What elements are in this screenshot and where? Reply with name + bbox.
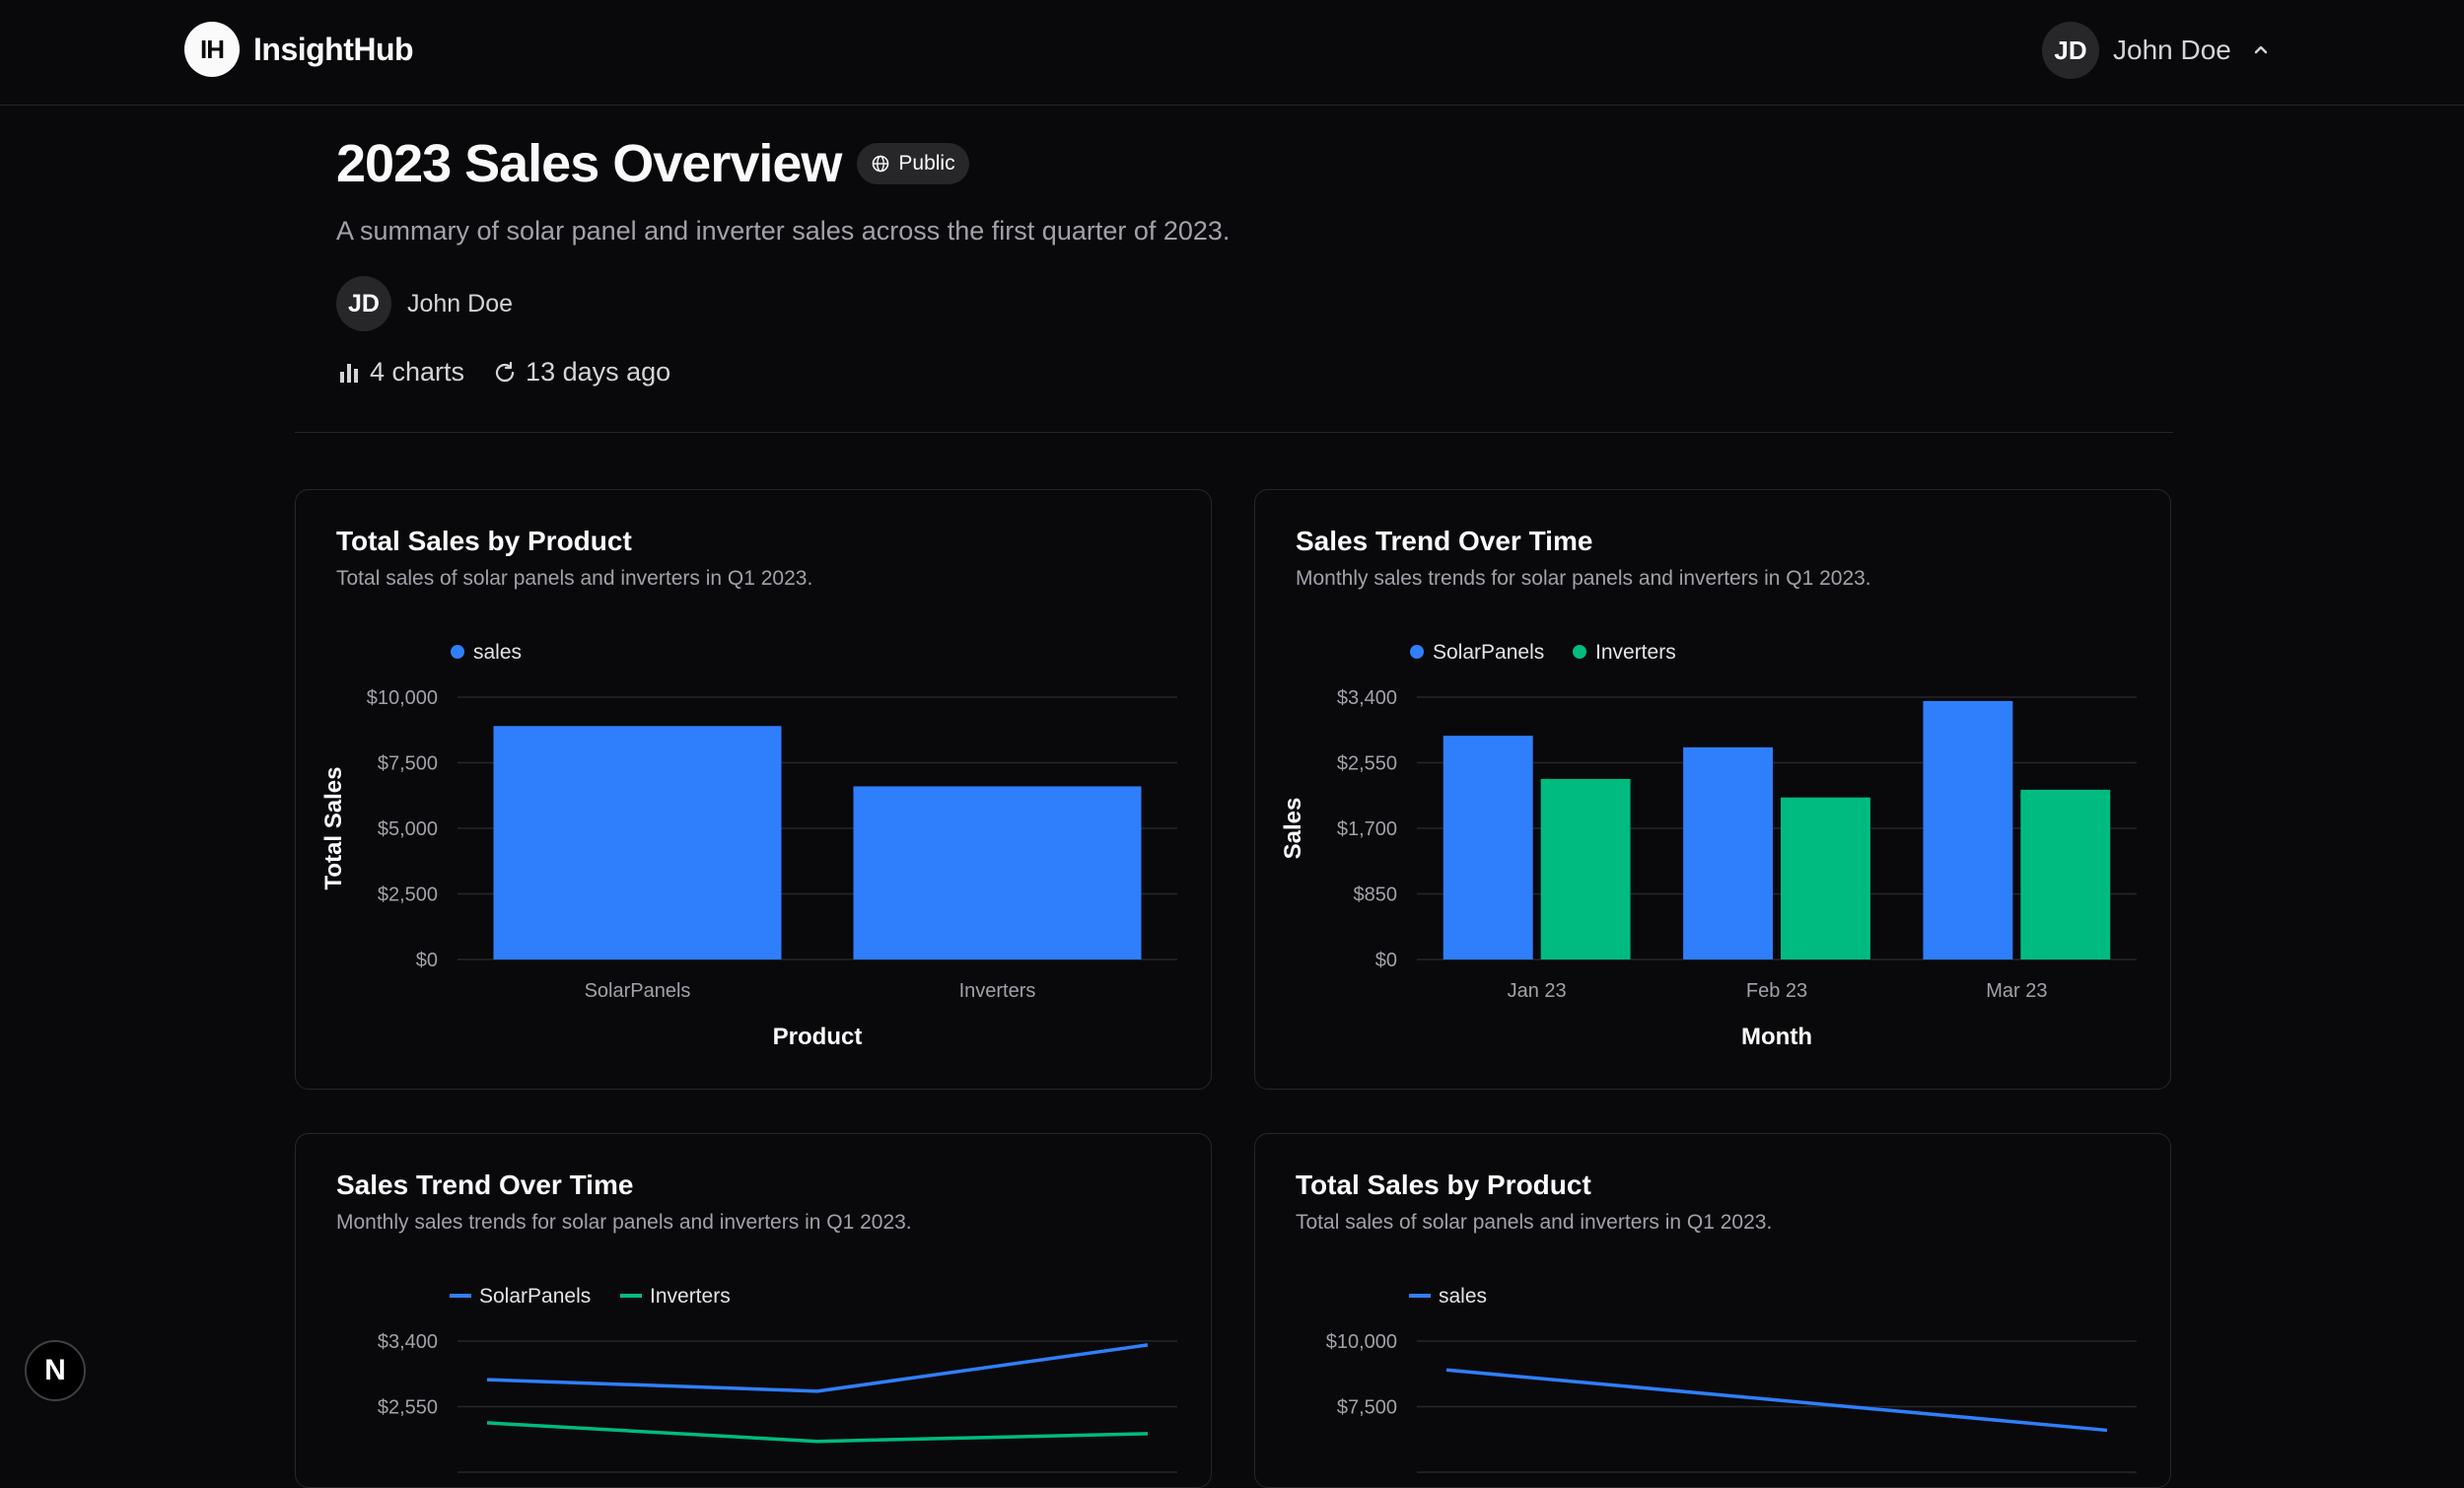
logo-mark: IH (184, 22, 240, 77)
y-tick-label: $2,500 (378, 885, 438, 906)
chevron-up-icon (2254, 45, 2268, 54)
dashboard-meta: 4 charts 13 days ago (336, 357, 2170, 388)
series-line (486, 1343, 1149, 1393)
y-tick-label: $10,000 (1326, 1331, 1397, 1353)
chart-card-4: Total Sales by Product Total sales of so… (1254, 1133, 2171, 1488)
author-avatar: JD (336, 276, 391, 331)
bar (1923, 700, 2013, 959)
chart-count: 4 charts (336, 357, 464, 388)
bar (2020, 789, 2111, 959)
y-tick-label: $2,550 (1337, 753, 1397, 775)
total-sales-line-chart: sales $7,500 $10,000 (1326, 1285, 2137, 1473)
visibility-badge: Public (857, 143, 969, 184)
x-axis-title: Product (773, 1024, 863, 1050)
x-tick-label: SolarPanels (585, 980, 691, 1002)
bar (1443, 736, 1533, 959)
y-tick-label: $7,500 (1337, 1397, 1397, 1419)
bar (853, 786, 1142, 959)
updated-time: 13 days ago (492, 357, 670, 388)
y-tick-label: $3,400 (1337, 687, 1397, 709)
x-tick-label: Jan 23 (1508, 980, 1567, 1002)
author-name: John Doe (407, 289, 514, 318)
y-tick-label: $2,550 (378, 1397, 438, 1419)
bar (1781, 797, 1870, 959)
sales-trend-line-chart: SolarPanels Inverters $2,550 $3,400 (378, 1285, 1177, 1473)
legend-label: sales (1439, 1285, 1487, 1308)
page-subtitle: A summary of solar panel and inverter sa… (336, 216, 1231, 246)
y-tick-label: $1,700 (1337, 818, 1397, 840)
y-tick-label: $7,500 (378, 753, 438, 775)
legend-label: sales (473, 641, 522, 664)
visibility-label: Public (898, 152, 955, 175)
chart-card-1: Total Sales by Product Total sales of so… (295, 489, 1212, 1090)
sales-trend-bar-chart: SolarPanels Inverters $0 $850 $1,700 $2,550 $3… (1280, 641, 2137, 1050)
app-name: InsightHub (253, 31, 414, 67)
bar (1683, 746, 1773, 959)
app-logo[interactable]: IH InsightHub (184, 22, 414, 77)
x-tick-label: Inverters (959, 980, 1036, 1002)
y-tick-label: $5,000 (378, 818, 438, 840)
y-tick-label: $10,000 (367, 687, 438, 709)
chart-card-3: Sales Trend Over Time Monthly sales tren… (295, 1133, 1212, 1488)
avatar: JD (2042, 22, 2099, 79)
bar (1540, 778, 1631, 959)
divider (295, 432, 2173, 433)
dashboard-header: 2023 Sales Overview Public A summary of … (336, 133, 2170, 388)
updated-label: 13 days ago (526, 357, 671, 387)
bar (493, 726, 782, 959)
chart-card-2: Sales Trend Over Time Monthly sales tren… (1254, 489, 2171, 1090)
y-tick-label: $0 (416, 950, 438, 971)
y-tick-label: $850 (1354, 885, 1398, 906)
user-name: John Doe (2113, 35, 2231, 65)
legend-swatch (1573, 645, 1586, 659)
bar-chart-icon (340, 363, 358, 383)
legend-swatch (1410, 645, 1424, 659)
series-line (486, 1421, 1149, 1444)
legend-swatch (451, 645, 464, 659)
author[interactable]: JD John Doe (336, 276, 2170, 331)
series-line (1445, 1368, 2108, 1433)
y-axis-title: Sales (1280, 798, 1306, 860)
user-menu-button[interactable]: JD John Doe (2042, 22, 2271, 79)
legend-label: SolarPanels (1433, 641, 1544, 664)
refresh-icon (495, 361, 515, 382)
page-title: 2023 Sales Overview (336, 134, 842, 193)
legend-label: Inverters (650, 1285, 731, 1308)
legend-label: Inverters (1595, 641, 1676, 664)
next-dev-badge[interactable]: N (25, 1340, 86, 1401)
legend-label: SolarPanels (479, 1285, 591, 1308)
y-axis-title: Total Sales (320, 767, 347, 890)
globe-icon (873, 155, 889, 173)
y-tick-label: $3,400 (378, 1331, 438, 1353)
total-sales-bar-chart: sales $0 $2,500 $5,000 $7,500 $10,000 SolarPan… (320, 641, 1177, 1050)
x-tick-label: Feb 23 (1746, 980, 1807, 1002)
x-tick-label: Mar 23 (1986, 980, 2047, 1002)
x-axis-title: Month (1741, 1024, 1812, 1050)
y-tick-label: $0 (1375, 950, 1397, 971)
chart-count-label: 4 charts (370, 357, 465, 387)
top-navbar: IH InsightHub JD John Doe (0, 0, 2464, 106)
